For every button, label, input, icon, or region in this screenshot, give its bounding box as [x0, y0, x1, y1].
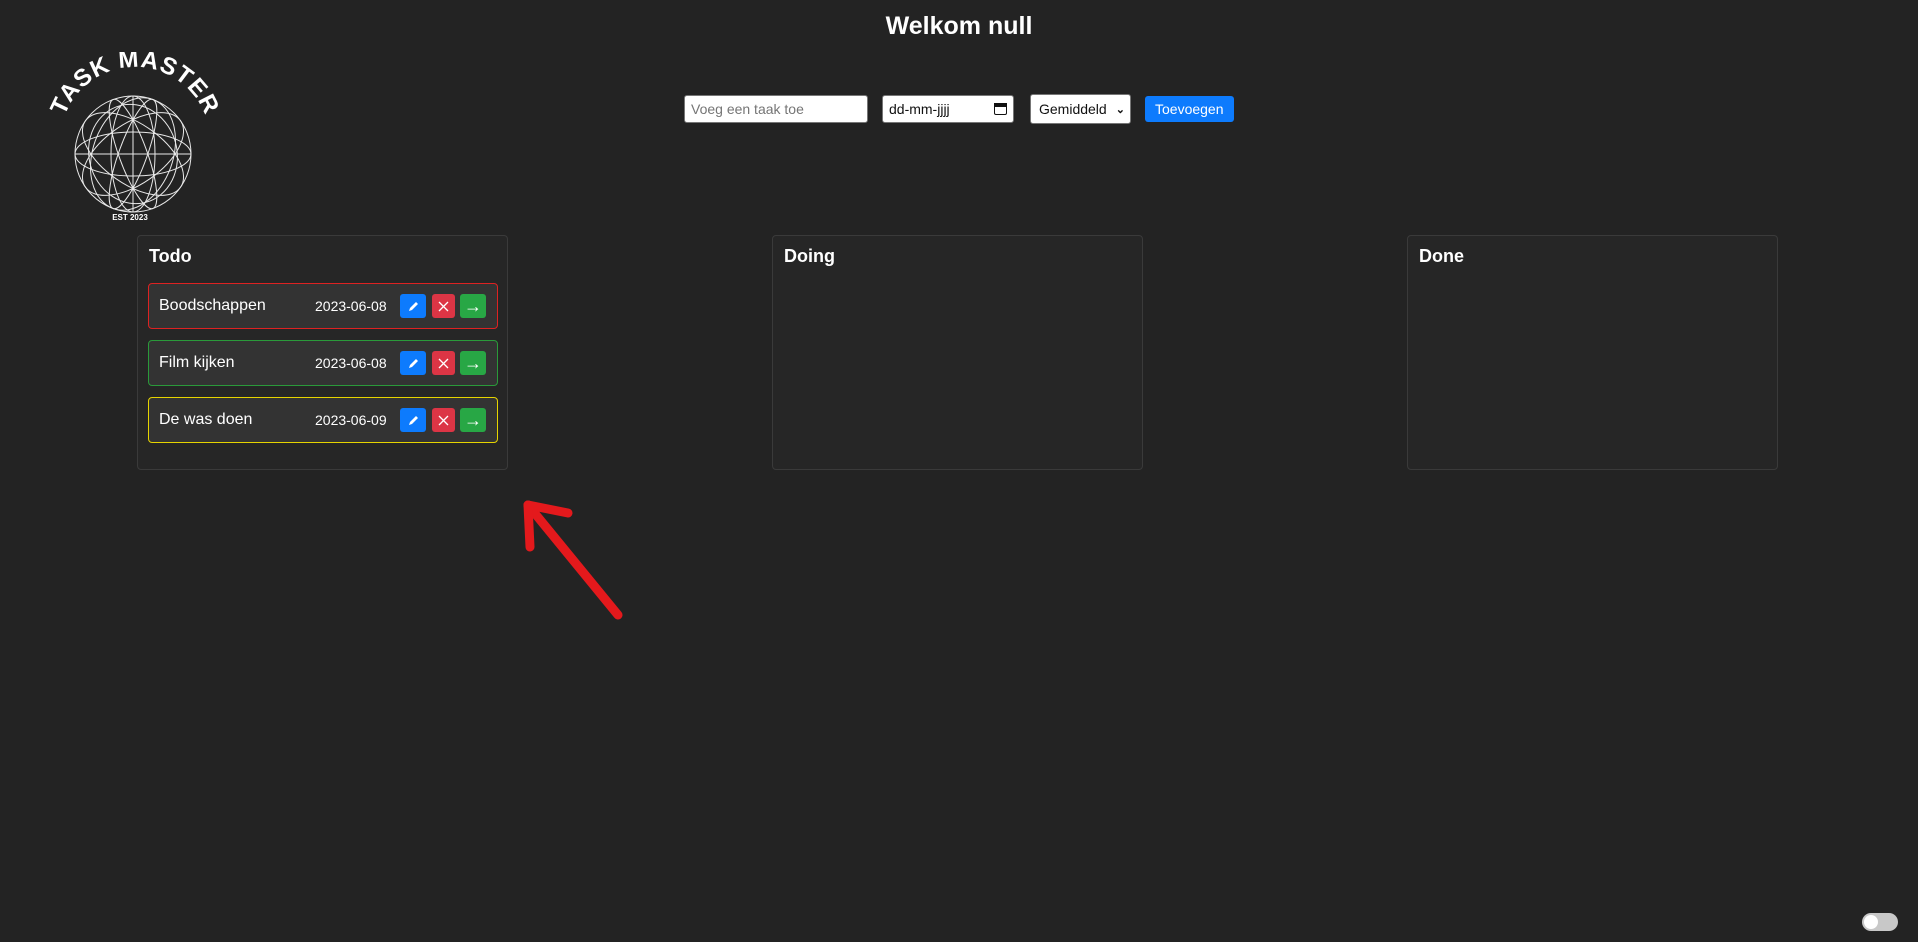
column-done: Done [1407, 235, 1778, 470]
column-todo: Todo Boodschappen 2023-06-08 → Film kijk… [137, 235, 508, 470]
edit-task-button[interactable] [400, 351, 426, 375]
delete-task-button[interactable] [432, 351, 455, 375]
add-task-button[interactable]: Toevoegen [1145, 96, 1234, 122]
chevron-down-icon: ⌄ [1115, 103, 1125, 116]
date-value: dd-mm-jjjj [889, 101, 950, 117]
page-title: Welkom null [885, 12, 1033, 40]
priority-selected: Gemiddeld [1039, 101, 1107, 117]
svg-text:TASK MASTER: TASK MASTER [45, 52, 224, 119]
logo-subtext: EST 2023 [112, 213, 148, 222]
logo-text: TASK MASTER [45, 52, 223, 119]
task-card[interactable]: Boodschappen 2023-06-08 → [148, 283, 498, 329]
delete-task-button[interactable] [432, 294, 455, 318]
annotation-arrow [523, 500, 623, 620]
theme-toggle[interactable] [1862, 913, 1898, 931]
column-doing: Doing [772, 235, 1143, 470]
move-task-button[interactable]: → [460, 351, 486, 375]
toggle-knob [1864, 915, 1878, 929]
page: Welkom null TASK MASTER EST 2023 dd-mm-j… [0, 0, 1918, 942]
priority-select[interactable]: Gemiddeld ⌄ [1030, 94, 1131, 124]
date-input[interactable]: dd-mm-jjjj [882, 95, 1014, 123]
task-date: 2023-06-08 [315, 298, 387, 314]
edit-task-button[interactable] [400, 294, 426, 318]
task-card[interactable]: Film kijken 2023-06-08 → [148, 340, 498, 386]
calendar-icon[interactable] [994, 103, 1007, 115]
task-name: Boodschappen [159, 297, 266, 314]
task-name: De was doen [159, 411, 253, 428]
task-master-logo: TASK MASTER EST 2023 [45, 52, 224, 222]
close-icon [438, 358, 449, 368]
column-title: Done [1419, 246, 1464, 266]
task-name: Film kijken [159, 354, 235, 371]
pencil-icon [408, 415, 418, 425]
task-input[interactable] [684, 95, 868, 123]
move-task-button[interactable]: → [460, 408, 486, 432]
task-date: 2023-06-08 [315, 355, 387, 371]
arrow-right-icon: → [464, 295, 482, 316]
pencil-icon [408, 301, 418, 311]
pencil-icon [408, 358, 418, 368]
add-task-form: dd-mm-jjjj Gemiddeld ⌄ Toevoegen [684, 94, 1234, 124]
task-date: 2023-06-09 [315, 412, 387, 428]
arrow-right-icon: → [464, 352, 482, 373]
close-icon [438, 415, 449, 425]
arrow-right-icon: → [464, 409, 482, 430]
delete-task-button[interactable] [432, 408, 455, 432]
close-icon [438, 301, 449, 311]
column-title: Todo [149, 246, 192, 266]
edit-task-button[interactable] [400, 408, 426, 432]
column-title: Doing [784, 246, 835, 266]
move-task-button[interactable]: → [460, 294, 486, 318]
task-card[interactable]: De was doen 2023-06-09 → [148, 397, 498, 443]
